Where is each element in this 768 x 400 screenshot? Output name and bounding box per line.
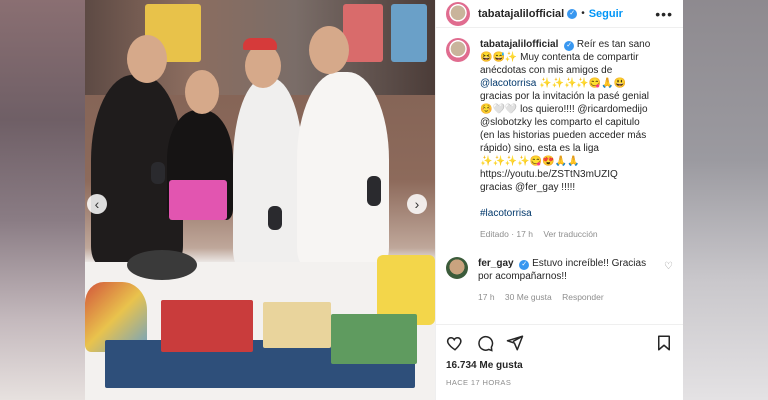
person-2-head (185, 70, 219, 114)
microphone (151, 162, 165, 184)
caption: tabatajalilofficial ✓ Reír es tan sano 😆… (446, 38, 673, 241)
post-photo[interactable]: ‹ › (85, 0, 435, 400)
action-bar (436, 324, 683, 360)
microphone (367, 176, 381, 206)
verified-badge-icon: ✓ (567, 8, 578, 19)
book-green (331, 314, 417, 364)
person-4-head (309, 26, 349, 74)
caption-text: tabatajalilofficial ✓ Reír es tan sano 😆… (480, 39, 651, 241)
avatar[interactable] (446, 1, 470, 26)
post-timestamp: HACE 17 HORAS (446, 378, 512, 387)
verified-badge-icon: ✓ (564, 41, 575, 51)
person-4 (297, 72, 389, 267)
post-side-panel: tabatajalilofficial ✓ • Seguir ••• tabat… (435, 0, 683, 400)
reply-button[interactable]: Responder (562, 292, 604, 302)
comment-likes[interactable]: 30 Me gusta (505, 292, 552, 302)
mention-lacotorrisa[interactable]: @lacotorrisa ✨✨✨✨😋🙏😃 (480, 77, 650, 90)
commenter-username[interactable]: fer_gay (478, 258, 514, 269)
heart-icon[interactable] (446, 334, 464, 352)
youtube-link[interactable]: https://youtu.be/ZSTtN3mUZIQ (480, 168, 650, 181)
comment-time: 17 h (478, 292, 495, 302)
separator-dot: • (581, 8, 585, 19)
carousel-next-button[interactable]: › (407, 194, 427, 214)
more-options-icon[interactable]: ••• (655, 6, 673, 22)
blurred-background-right (683, 0, 768, 400)
pink-skirt (169, 180, 227, 220)
person-1-head (127, 35, 167, 83)
hashtag-lacotorrisa[interactable]: #lacotorrisa (480, 207, 650, 220)
blurred-background-left (0, 0, 85, 400)
caption-username[interactable]: tabatajalilofficial (480, 39, 558, 50)
post-header: tabatajalilofficial ✓ • Seguir ••• (436, 0, 683, 28)
comment-like-heart-icon[interactable]: ♡ (664, 261, 673, 272)
mic-base (127, 250, 197, 280)
paper-plane-icon[interactable] (506, 334, 524, 352)
person-3 (233, 78, 303, 268)
verified-badge-icon: ✓ (519, 260, 530, 270)
wall-poster (391, 4, 427, 62)
book-cosas-loquisimas (161, 300, 253, 352)
caption-meta: Editado · 17 h Ver traducción (480, 228, 650, 241)
red-cap (243, 38, 277, 50)
follow-button[interactable]: Seguir (589, 8, 623, 20)
comment-meta: 17 h 30 Me gusta Responder (478, 291, 646, 304)
comment-text: fer_gay ✓ Estuvo increíble!! Gracias por… (478, 258, 647, 304)
microphone (268, 206, 282, 230)
wall-poster (343, 4, 383, 62)
likes-count[interactable]: 16.734 Me gusta (436, 360, 683, 378)
comment-icon[interactable] (476, 334, 494, 352)
see-translation-link[interactable]: Ver traducción (543, 229, 597, 239)
instagram-post: ‹ › tabatajalilofficial ✓ • Seguir ••• t… (85, 0, 683, 400)
person-3-head (245, 44, 281, 88)
caption-avatar[interactable] (446, 38, 470, 62)
post-author-username[interactable]: tabatajalilofficial (478, 8, 564, 20)
book-1000 (263, 302, 331, 348)
bookmark-icon[interactable] (655, 334, 673, 352)
commenter-avatar[interactable] (446, 257, 468, 279)
carousel-prev-button[interactable]: ‹ (87, 194, 107, 214)
comments-section: tabatajalilofficial ✓ Reír es tan sano 😆… (436, 28, 683, 324)
comment-item: fer_gay ✓ Estuvo increíble!! Gracias por… (446, 257, 673, 304)
edited-label: Editado · 17 h (480, 229, 533, 239)
